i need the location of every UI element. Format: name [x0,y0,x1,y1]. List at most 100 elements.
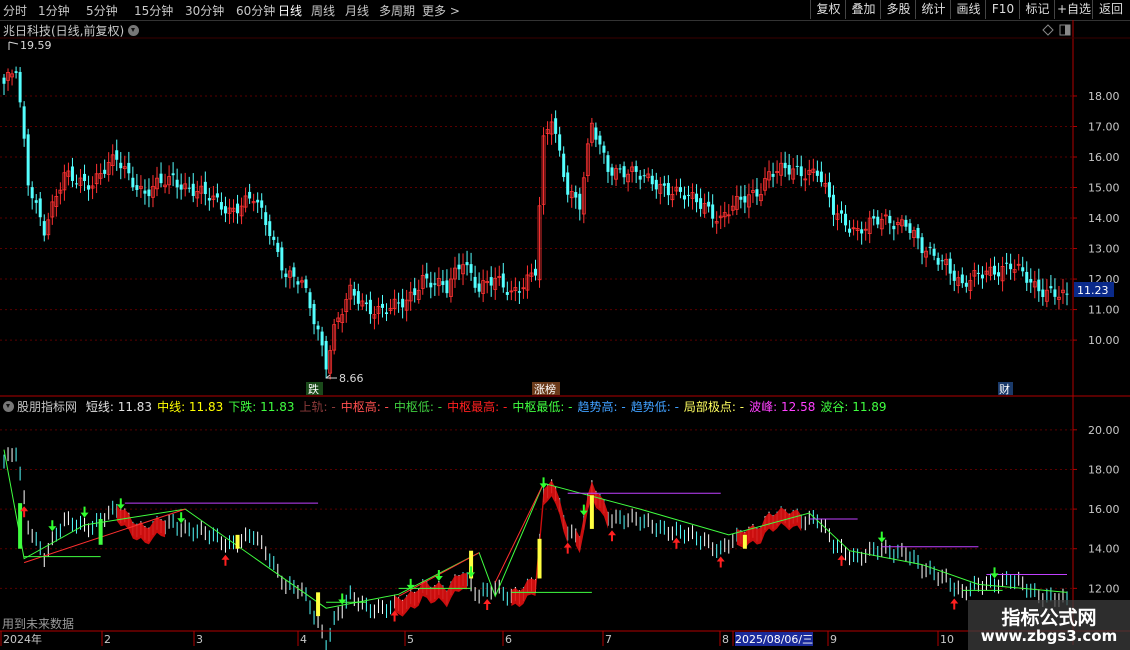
candle-body-down [38,198,42,218]
candle-body-down [819,171,823,183]
candle-body-down [1029,279,1033,283]
x-tick-label: 4 [300,633,307,646]
buy-arrow-icon [950,598,959,610]
candle-body-down [42,221,46,236]
candle-body-down [840,210,844,214]
x-tick-label: 9 [830,633,837,646]
indicator-dropdown-icon[interactable] [3,401,14,412]
candle-body-down [940,260,944,262]
candle-body-down [143,190,147,194]
legend-item: 上轨: - [299,400,336,414]
ind-pillar [537,538,542,579]
candle-body-down [284,273,288,278]
candle-body-down [203,181,207,195]
candle-body-down [175,179,179,188]
ind-pillar [98,519,103,545]
watermark: 指标公式网 www.zbgs3.com [968,600,1130,650]
marker-finance[interactable]: 财 [999,382,1010,396]
candle-body-down [2,77,6,84]
candle-body-down [397,302,401,304]
main-y-tick-label: 13.00 [1088,243,1120,256]
marker-drop[interactable]: 跌 [308,382,319,396]
candle-body-down [135,185,139,190]
candle-body-down [489,277,493,286]
candle-body-down [429,282,433,288]
indicator-y-ticks: 12.00 14.00 16.00 18.00 20.00 [1073,424,1120,595]
legend-item: 趋势低: - [630,400,679,414]
candle-body-down [296,281,300,285]
candle-body-down [860,229,864,234]
candle-body-down [618,168,622,170]
candle-body-down [932,248,936,256]
candle-body-down [622,166,626,178]
candle-body-down [799,166,803,177]
candle-body-down [848,228,852,233]
candle-body-down [562,153,566,178]
candle-body-down [292,267,296,277]
candle-body-down [827,182,831,198]
indicator-legend: 股朋指标网 短线: 11.83 中线: 11.83 下跌: 11.83 上轨: - 中枢… [3,398,887,415]
buy-arrow-icon [563,542,572,554]
candle-body-down [638,175,642,180]
candle-body-down [364,302,368,305]
candle-body-down [26,134,30,186]
candle-body-down [610,167,614,176]
candle-body-down [324,340,328,370]
candle-body-down [131,177,135,188]
main-y-tick-label: 16.00 [1088,151,1120,164]
candle-body-down [83,173,87,182]
candle-body-down [14,71,18,73]
low-pointer [325,374,337,379]
candle-body-down [534,268,537,276]
candle-body-down [465,262,469,266]
candle-body-down [191,183,195,196]
candle-body-down [352,288,356,296]
legend-item: 趋势高: - [577,400,626,414]
candle-body-down [505,292,509,295]
candle-body-down [976,272,980,274]
candle-body-down [477,283,481,292]
x-tick-label: 8 [722,633,729,646]
candle-body-down [18,71,22,103]
candle-body-down [1053,289,1057,297]
candle-body-down [594,127,598,140]
candle-body-down [662,183,666,186]
candle-body-down [654,179,658,190]
candle-body-down [743,196,747,203]
candle-body-down [920,237,924,254]
diamond-icon[interactable] [1042,24,1054,36]
candle-body-down [908,223,912,234]
candle-body-down [642,175,646,177]
ind-pillar [235,534,240,549]
candle-body-down [948,258,952,274]
candle-body-down [815,170,819,176]
candle-body-down [755,189,759,197]
candle-body-down [312,303,316,325]
candle-body-down [566,172,570,195]
candle-body-down [501,273,505,288]
candle-body-down [356,291,360,304]
candle-body-down [872,216,876,219]
legend-item: 波峰: 12.58 [749,400,816,414]
candle-body-down [219,202,223,210]
candle-body-down [666,183,670,196]
legend-item: 中枢低: - [393,400,443,414]
candle-body-down [687,194,691,196]
candle-body-down [34,200,38,203]
candle-body-down [578,193,582,210]
ind-trend-band [116,504,166,545]
x-tick-label: 7 [605,633,612,646]
candle-body-down [425,273,429,279]
candle-body-down [304,279,308,289]
candle-body-down [260,200,264,208]
candle-body-down [30,187,34,199]
candle-body-down [115,150,119,160]
current-price-value: 11.23 [1077,284,1109,297]
candle-body-down [831,194,835,215]
legend-item: 中线: 11.83 [157,400,224,414]
marker-rank[interactable]: 涨榜 [534,382,556,396]
candle-body-down [952,270,956,281]
panel-toggle-fill-icon [1065,25,1070,35]
candle-body-down [783,162,787,169]
ind-trend-band [394,573,468,617]
